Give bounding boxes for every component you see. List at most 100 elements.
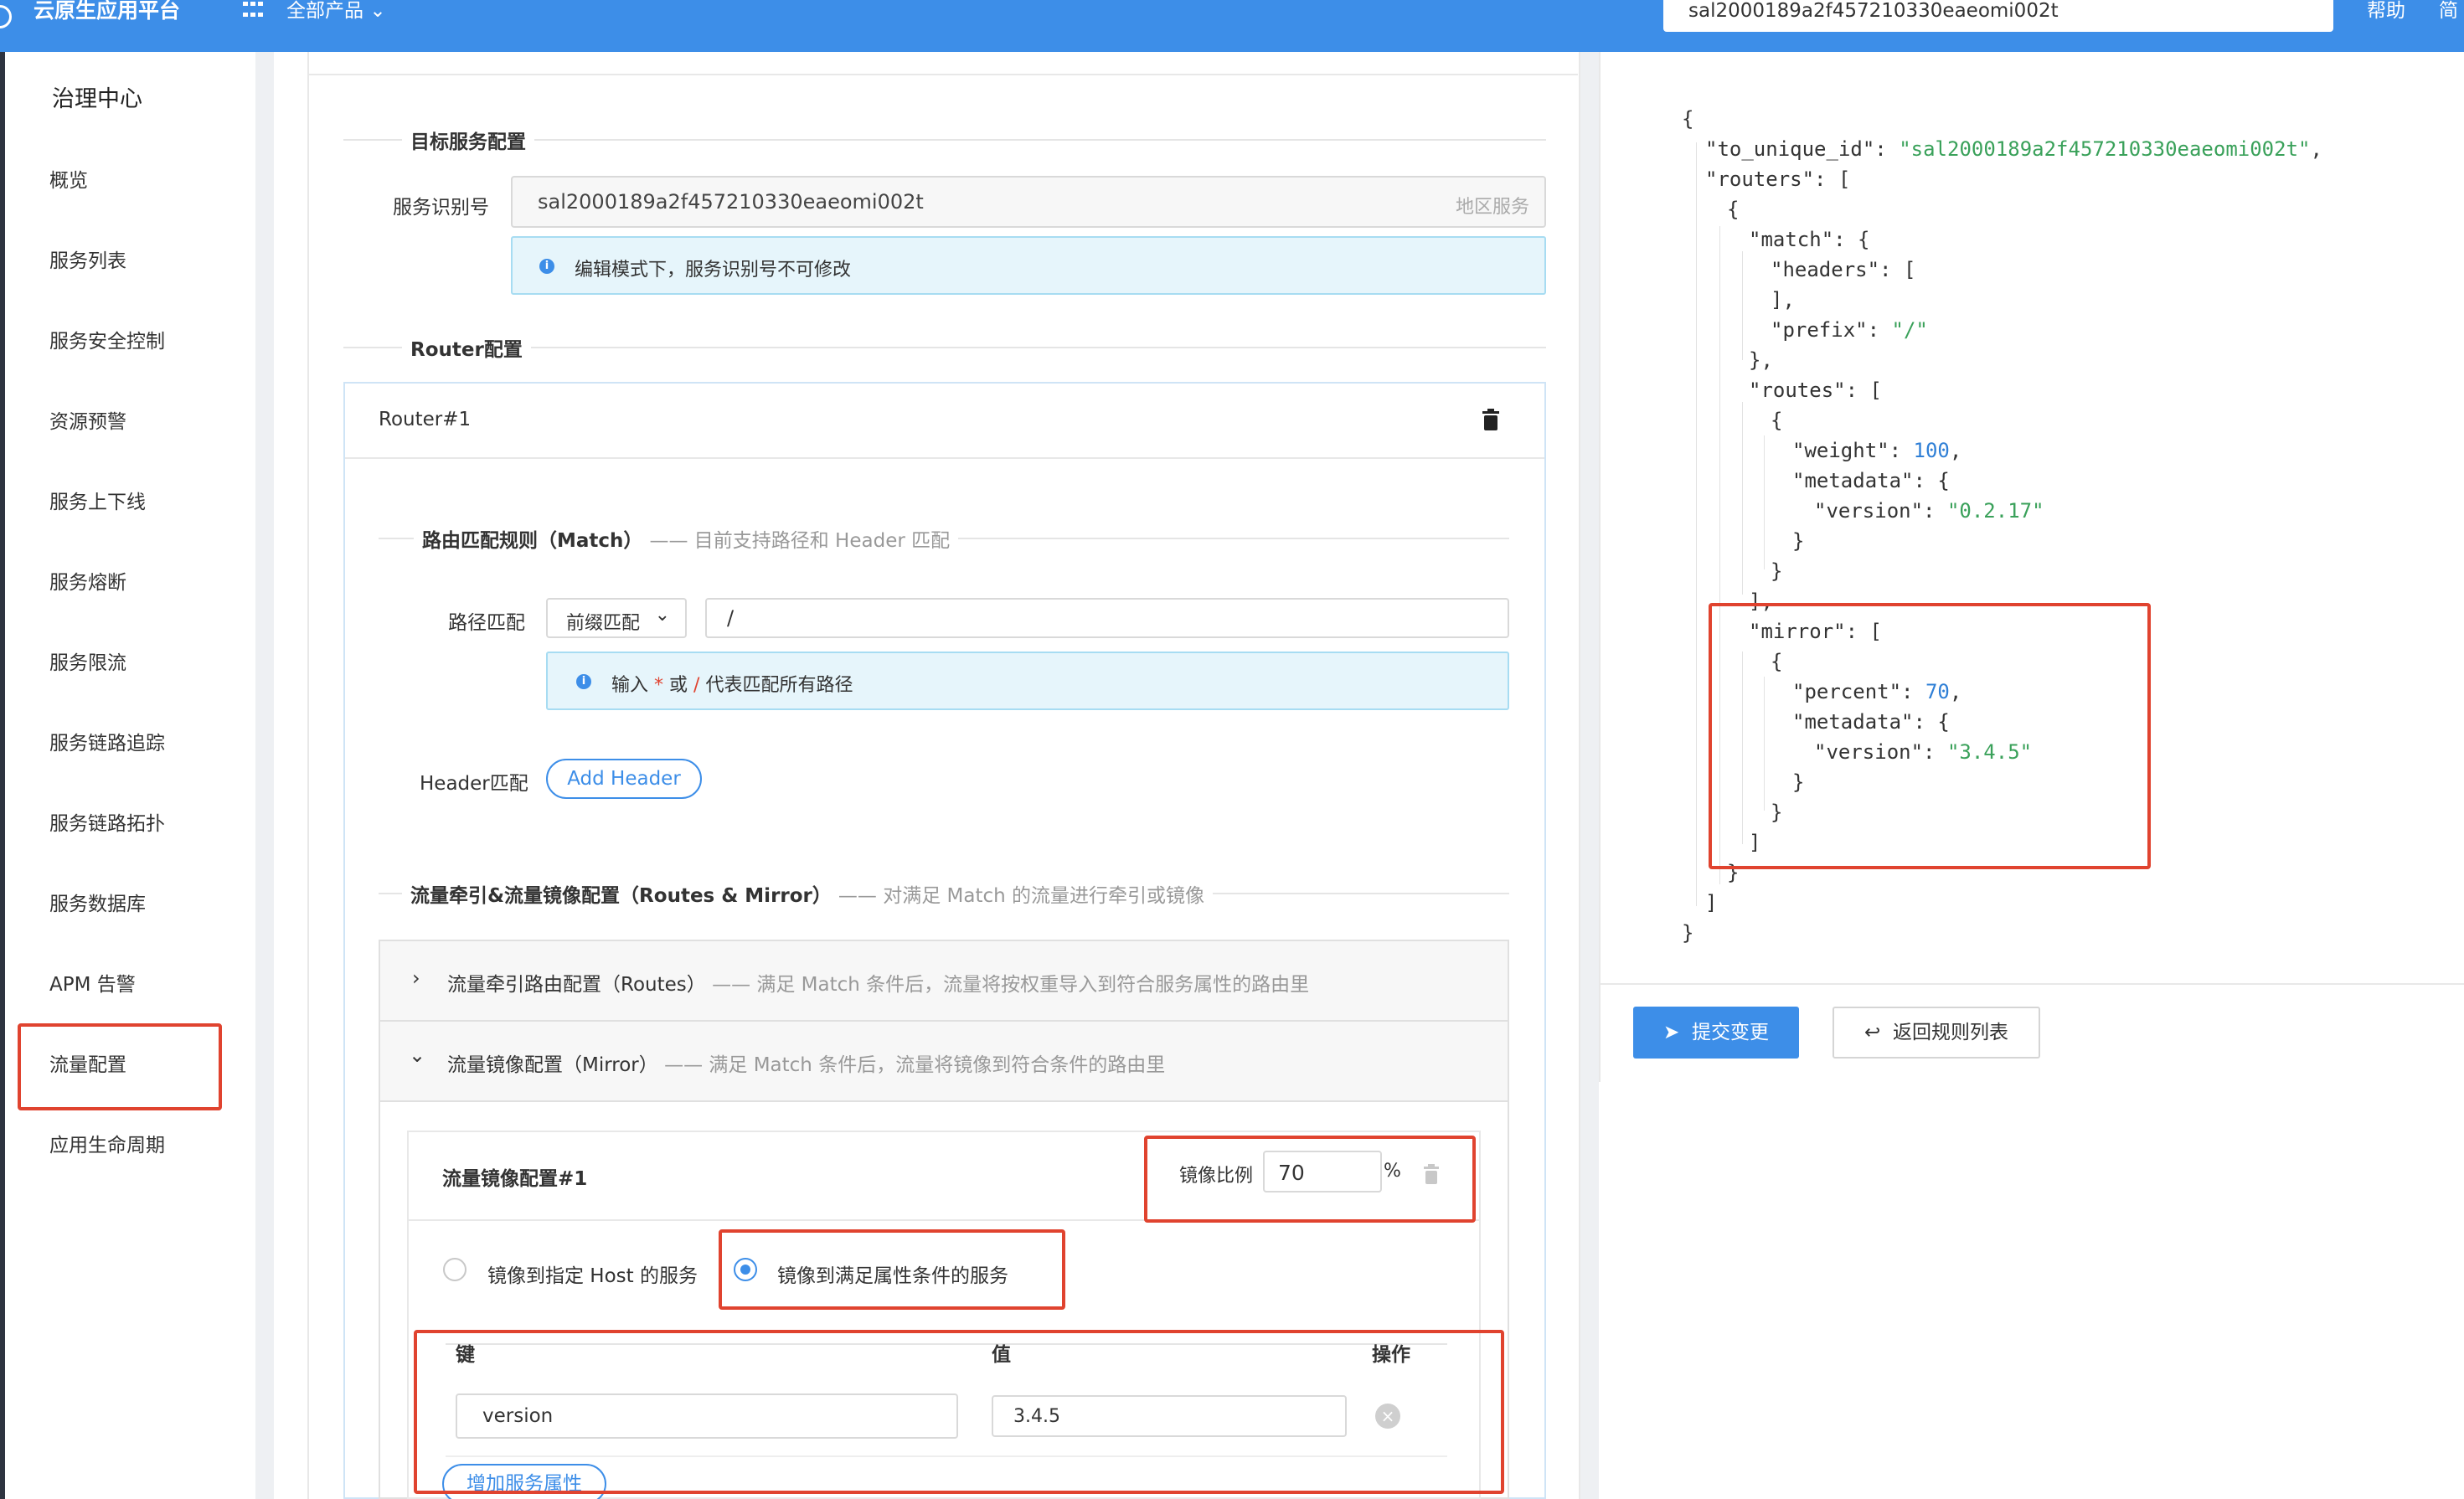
sidebar-item-topology[interactable]: 服务链路拓扑	[49, 807, 165, 836]
section-title-router: Router配置	[402, 333, 531, 362]
json-line: }	[1792, 529, 1805, 553]
logo-icon	[0, 5, 12, 28]
json-key-match: "match"	[1749, 228, 1834, 251]
json-value-version-routes: "0.2.17"	[1946, 499, 2044, 523]
chevron-down-icon: ⌄	[369, 0, 386, 22]
path-info-slash: /	[693, 675, 700, 696]
json-line: }	[1682, 921, 1694, 945]
panel-gap	[255, 52, 274, 1499]
service-id-info-alert: i 编辑模式下，服务识别号不可修改	[511, 236, 1546, 295]
service-id-field[interactable]: sal2000189a2f457210330eaeomi002t 地区服务	[511, 176, 1546, 228]
service-id-suffix: 地区服务	[1455, 197, 1529, 218]
routes-row-title: 流量牵引路由配置（Routes）	[447, 974, 706, 996]
routes-mirror-section-title: 流量牵引&流量镜像配置（Routes & Mirror） —— 对满足 Matc…	[402, 879, 1214, 908]
guide-line	[1764, 435, 1765, 569]
json-line: "version": "0.2.17"	[1814, 499, 2044, 523]
return-icon: ↩	[1864, 1022, 1881, 1043]
service-id-label: 服务识别号	[393, 197, 489, 219]
sidebar-item-resource-alert[interactable]: 资源预警	[49, 405, 126, 434]
sidebar-item-tracing[interactable]: 服务链路追踪	[49, 727, 165, 755]
service-id-value: sal2000189a2f457210330eaeomi002t	[538, 190, 924, 214]
sidebar-item-service-list[interactable]: 服务列表	[49, 245, 126, 273]
path-match-label: 路径匹配	[448, 612, 525, 634]
json-line: "to_unique_id": "sal2000189a2f457210330e…	[1705, 137, 2322, 161]
json-value-prefix: "/"	[1891, 318, 1928, 342]
divider	[345, 457, 1544, 459]
send-icon: ➤	[1663, 1022, 1680, 1043]
json-key-routes: "routes"	[1749, 379, 1846, 402]
mirror-row-subtitle: —— 满足 Match 条件后，流量将镜像到符合条件的路由里	[664, 1054, 1166, 1076]
json-line: ],	[1771, 288, 1795, 312]
chevron-down-icon: ⌄	[654, 605, 670, 626]
mirror-collapse-header[interactable]: ⌄ 流量镜像配置（Mirror） —— 满足 Match 条件后，流量将镜像到符…	[380, 1022, 1508, 1102]
json-line: "match": {	[1749, 228, 1870, 251]
sidebar-item-rate-limit[interactable]: 服务限流	[49, 646, 126, 675]
attribute-table-highlight	[414, 1330, 1504, 1494]
back-to-list-button[interactable]: ↩ 返回规则列表	[1833, 1007, 2040, 1059]
sidebar-item-apm-alert[interactable]: APM 告警	[49, 968, 136, 997]
json-key-metadata: "metadata"	[1792, 469, 1914, 492]
routes-row-subtitle: —— 满足 Match 条件后，流量将按权重导入到符合服务属性的路由里	[712, 974, 1310, 996]
json-key-to-unique-id: "to_unique_id"	[1705, 137, 1875, 161]
path-info-or: 或	[669, 675, 688, 696]
all-products-menu[interactable]: 全部产品 ⌄	[286, 0, 386, 22]
delete-router-icon[interactable]	[1482, 409, 1499, 430]
json-line: "weight": 100,	[1792, 439, 1962, 462]
json-line: }	[1771, 559, 1783, 583]
path-info-text: 输入 * 或 / 代表匹配所有路径	[611, 670, 853, 697]
routes-title-text: 流量牵引&流量镜像配置（Routes & Mirror）	[410, 885, 832, 907]
match-subtitle: —— 目前支持路径和 Header 匹配	[649, 530, 951, 552]
path-match-input[interactable]: /	[705, 598, 1509, 638]
brand-name[interactable]: 云原生应用平台	[34, 0, 180, 22]
sidebar-title: 治理中心	[52, 86, 142, 112]
match-title-text: 路由匹配规则（Match）	[422, 530, 643, 552]
sidebar: 治理中心 概览 服务列表 服务安全控制 资源预警 服务上下线 服务熔断 服务限流…	[0, 52, 255, 1499]
add-header-button[interactable]: Add Header	[546, 759, 702, 799]
json-key-version: "version"	[1814, 499, 1924, 523]
json-line: "routes": [	[1749, 379, 1882, 402]
json-line: ]	[1705, 891, 1718, 914]
json-key-prefix: "prefix"	[1771, 318, 1868, 342]
routes-collapse-header[interactable]: › 流量牵引路由配置（Routes） —— 满足 Match 条件后，流量将按权…	[380, 941, 1508, 1022]
json-key-weight: "weight"	[1792, 439, 1889, 462]
all-products-label: 全部产品	[286, 0, 363, 22]
json-line: "routers": [	[1705, 167, 1851, 191]
sidebar-item-service-online[interactable]: 服务上下线	[49, 486, 146, 514]
radio-mirror-host[interactable]	[443, 1258, 467, 1281]
json-key-routers: "routers"	[1705, 167, 1815, 191]
divider	[1599, 983, 2464, 985]
path-value: /	[727, 606, 735, 630]
guide-line	[1742, 402, 1743, 595]
divider	[308, 74, 1578, 75]
sidebar-item-database[interactable]: 服务数据库	[49, 888, 146, 916]
path-info-star: *	[654, 675, 664, 696]
radio-mirror-host-label[interactable]: 镜像到指定 Host 的服务	[487, 1259, 698, 1288]
mirror-row-text: 流量镜像配置（Mirror） —— 满足 Match 条件后，流量将镜像到符合条…	[447, 1048, 1165, 1077]
json-line: "metadata": {	[1792, 469, 1950, 492]
global-search-input[interactable]: sal2000189a2f457210330eaeomi002t	[1663, 0, 2333, 32]
path-match-mode-select[interactable]: 前缀匹配 ⌄	[546, 598, 687, 638]
json-line: {	[1682, 107, 1694, 131]
json-line: "prefix": "/"	[1771, 318, 1928, 342]
submit-button[interactable]: ➤ 提交变更	[1633, 1007, 1799, 1059]
json-line: {	[1771, 409, 1783, 432]
submit-label: 提交变更	[1691, 1022, 1769, 1043]
apps-grid-icon[interactable]	[243, 2, 265, 20]
router-name: Router#1	[379, 409, 472, 430]
match-section-title: 路由匹配规则（Match） —— 目前支持路径和 Header 匹配	[414, 524, 959, 553]
mirror-ratio-highlight	[1144, 1136, 1476, 1223]
help-link[interactable]: 帮助	[2367, 0, 2405, 22]
chevron-right-icon: ›	[412, 966, 420, 990]
guide-line	[1696, 142, 1697, 906]
json-mirror-highlight	[1709, 603, 2151, 869]
chevron-down-icon: ⌄	[409, 1043, 426, 1067]
sidebar-item-service-security[interactable]: 服务安全控制	[49, 325, 165, 353]
sidebar-item-overview[interactable]: 概览	[49, 164, 88, 193]
path-info-prefix: 输入	[611, 675, 649, 696]
sidebar-item-lifecycle[interactable]: 应用生命周期	[49, 1129, 165, 1157]
path-info-alert: i 输入 * 或 / 代表匹配所有路径	[546, 652, 1509, 710]
language-link[interactable]: 简	[2439, 0, 2458, 22]
sidebar-item-circuit-breaker[interactable]: 服务熔断	[49, 566, 126, 595]
header-match-label: Header匹配	[420, 773, 528, 795]
json-line: },	[1749, 348, 1773, 372]
